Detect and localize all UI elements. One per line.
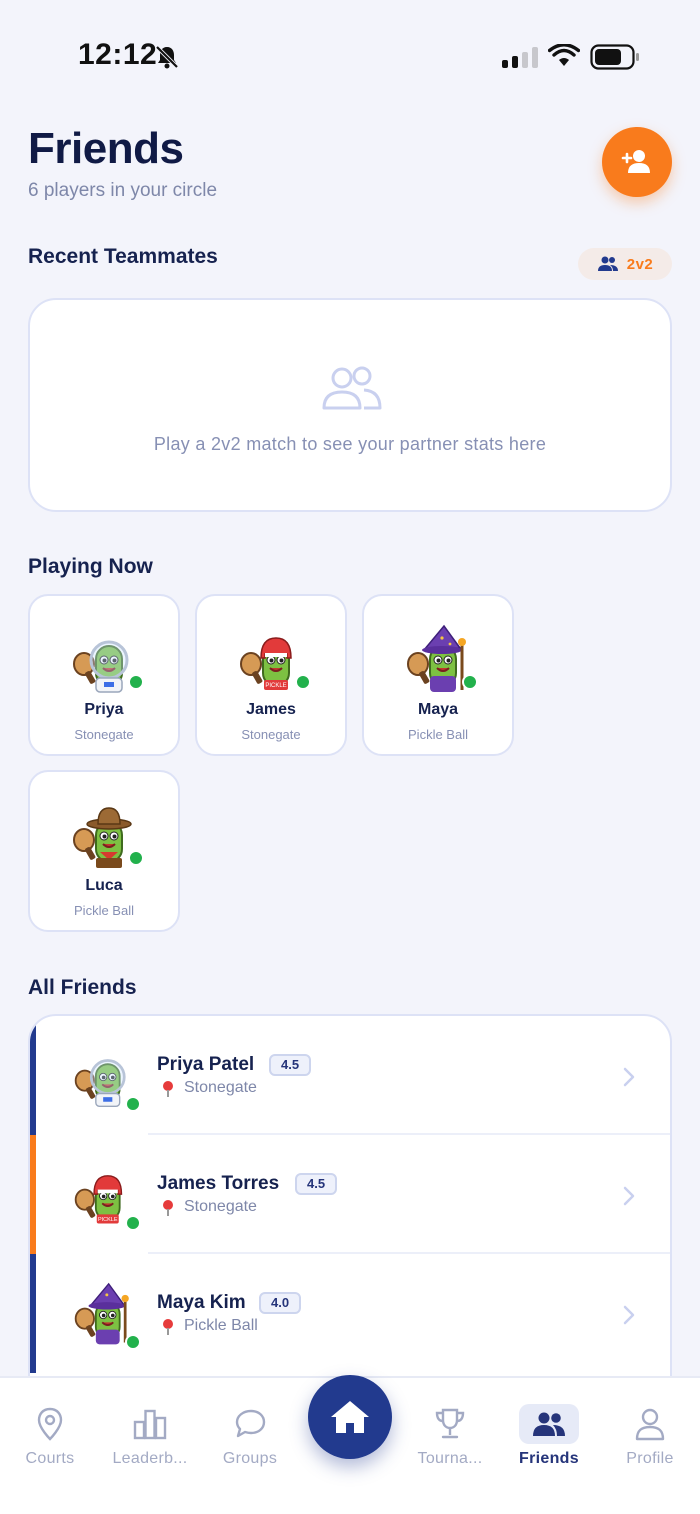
playing-now-title: Playing Now <box>28 555 153 578</box>
nav-item-friends[interactable]: Friends <box>499 1378 599 1478</box>
online-indicator <box>128 850 144 866</box>
status-time: 12:12 <box>78 38 158 71</box>
location-pin-icon <box>163 1200 173 1216</box>
playing-now-card[interactable]: Priya Stonegate <box>28 594 180 756</box>
add-friend-button[interactable] <box>602 127 672 197</box>
player-location: Pickle Ball <box>74 903 134 918</box>
player-name: Luca <box>85 877 123 894</box>
battery-icon <box>590 44 639 70</box>
online-indicator <box>125 1096 141 1112</box>
nav-label: Leaderb... <box>112 1450 188 1467</box>
friend-accent-stripe <box>30 1016 36 1135</box>
online-indicator <box>125 1334 141 1350</box>
player-name: Priya <box>84 701 124 718</box>
location-pin-icon <box>163 1319 173 1335</box>
player-name: Maya <box>417 701 459 718</box>
playing-now-card[interactable]: Maya Pickle Ball <box>362 594 514 756</box>
friend-row[interactable]: PICKLE James Torres 4.5 Stonegate <box>30 1135 670 1254</box>
rating-badge: 4.5 <box>295 1173 338 1195</box>
friend-location: Stonegate <box>184 1198 257 1215</box>
home-icon <box>331 1401 369 1433</box>
friend-name: Priya Patel <box>157 1054 255 1075</box>
leaderboard-icon <box>133 1409 167 1440</box>
team-mode-label: 2v2 <box>626 255 654 273</box>
player-name: James <box>246 701 296 718</box>
trophy-icon <box>435 1408 465 1439</box>
online-indicator <box>125 1215 141 1231</box>
nav-label: Tourna... <box>417 1450 483 1467</box>
friend-accent-stripe <box>30 1135 36 1254</box>
nav-label: Groups <box>222 1450 278 1467</box>
team-mode-badge[interactable]: 2v2 <box>578 248 672 280</box>
chevron-right-icon <box>623 1067 635 1087</box>
online-indicator <box>128 674 144 690</box>
online-indicator <box>295 674 311 690</box>
friend-location: Pickle Ball <box>184 1317 258 1334</box>
nav-item-groups[interactable]: Groups <box>200 1378 300 1478</box>
wifi-icon <box>548 44 580 66</box>
nav-label: Friends <box>519 1450 579 1467</box>
bell-muted-icon <box>155 45 179 69</box>
nav-item-leaderboard[interactable]: Leaderb... <box>100 1378 200 1478</box>
player-location: Pickle Ball <box>408 727 468 742</box>
player-location: Stonegate <box>241 727 301 742</box>
chat-icon <box>235 1409 266 1438</box>
friend-name: James Torres <box>157 1173 280 1194</box>
profile-icon <box>635 1408 665 1441</box>
chevron-right-icon <box>623 1305 635 1325</box>
friends-list: Priya Patel 4.5 Stonegate PICKLE James T… <box>28 1014 672 1434</box>
svg-text:PICKLE: PICKLE <box>98 1217 118 1223</box>
teammates-empty-card: Play a 2v2 match to see your partner sta… <box>28 298 672 512</box>
recent-teammates-title: Recent Teammates <box>28 245 218 268</box>
status-bar: 12:12 <box>0 0 700 110</box>
team-icon <box>597 256 618 271</box>
playing-now-card[interactable]: PICKLE James Stonegate <box>195 594 347 756</box>
friend-accent-stripe <box>30 1254 36 1373</box>
add-friend-icon <box>621 150 650 173</box>
nav-item-courts[interactable]: Courts <box>0 1378 100 1478</box>
chevron-right-icon <box>623 1186 635 1206</box>
rating-badge: 4.5 <box>269 1054 312 1076</box>
teammates-empty-message: Play a 2v2 match to see your partner sta… <box>153 434 547 454</box>
nav-label: Courts <box>25 1450 75 1467</box>
friend-row[interactable]: Priya Patel 4.5 Stonegate <box>30 1016 670 1135</box>
playing-now-card[interactable]: Luca Pickle Ball <box>28 770 180 932</box>
friend-row[interactable]: Maya Kim 4.0 Pickle Ball <box>30 1254 670 1373</box>
rating-badge: 4.0 <box>259 1292 302 1314</box>
page-title: Friends <box>28 124 184 173</box>
all-friends-title: All Friends <box>28 976 137 999</box>
player-location: Stonegate <box>74 727 134 742</box>
location-pin-icon <box>163 1081 173 1097</box>
friend-name: Maya Kim <box>157 1292 246 1313</box>
cellular-signal-icon <box>502 46 538 68</box>
nav-label: Profile <box>626 1450 674 1467</box>
nav-item-tournaments[interactable]: Tourna... <box>400 1378 500 1478</box>
friends-icon <box>533 1412 565 1436</box>
teammates-empty-icon <box>322 366 382 410</box>
friend-location: Stonegate <box>184 1079 257 1096</box>
nav-item-profile[interactable]: Profile <box>600 1378 700 1478</box>
online-indicator <box>462 674 478 690</box>
page-subtitle: 6 players in your circle <box>28 180 218 201</box>
svg-text:PICKLE: PICKLE <box>265 683 286 689</box>
pin-icon <box>37 1407 63 1441</box>
home-button[interactable] <box>308 1375 392 1459</box>
